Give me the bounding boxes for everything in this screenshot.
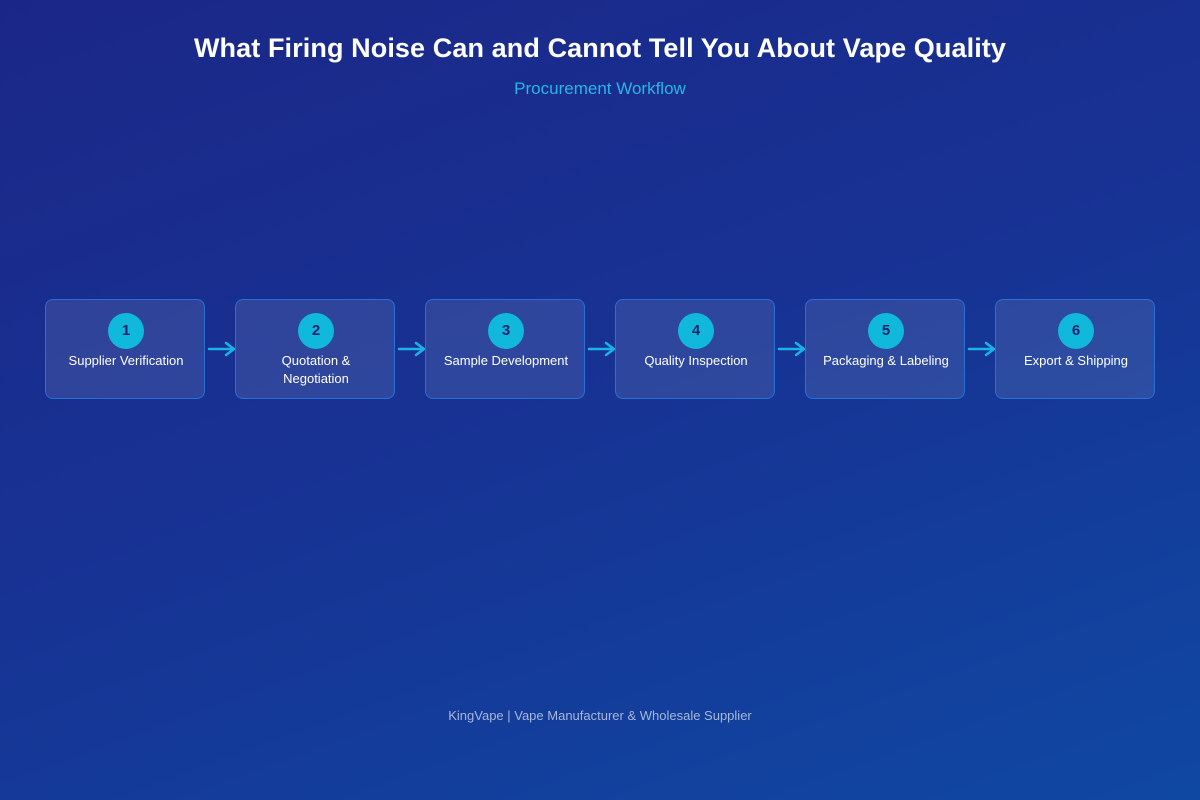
right-arrow-icon [397,341,426,357]
step-label: Export & Shipping [1023,353,1129,368]
footer-credit: KingVape | Vape Manufacturer & Wholesale… [448,708,752,723]
diagram-subtitle: Procurement Workflow [514,79,686,98]
step-4: 4 Quality Inspection [615,299,775,399]
step-label: Quality Inspection [644,353,748,368]
step-number-badge: 4 [678,313,714,349]
diagram-title: What Firing Noise Can and Cannot Tell Yo… [193,33,1007,63]
step-2: 2 Quotation & Negotiation [235,299,395,399]
step-number-badge: 1 [108,313,144,349]
step-number-badge: 3 [488,313,524,349]
step-label: Supplier Verification [68,353,184,368]
step-number-badge: 5 [868,313,904,349]
step-label: Packaging & Labeling [823,353,949,368]
step-number-badge: 2 [298,313,334,349]
step-number-badge: 6 [1058,313,1094,349]
step-label: Quotation & Negotiation [281,353,351,386]
right-arrow-icon [207,341,236,357]
step-3: 3 Sample Development [425,299,585,399]
step-5: 5 Packaging & Labeling [805,299,965,399]
step-1: 1 Supplier Verification [45,299,205,399]
right-arrow-icon [777,341,806,357]
step-label: Sample Development [443,353,569,368]
step-6: 6 Export & Shipping [995,299,1155,399]
right-arrow-icon [587,341,616,357]
right-arrow-icon [967,341,996,357]
workflow: 1 Supplier Verification 2 Quotation & Ne… [0,299,1200,401]
